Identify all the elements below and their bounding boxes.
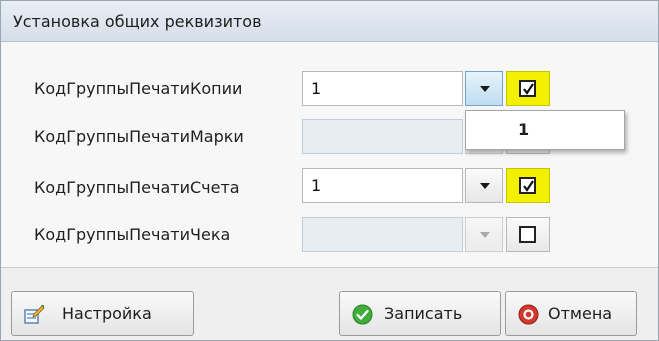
chevron-down-icon (480, 232, 490, 238)
copies-checkbox[interactable] (519, 80, 536, 97)
cancel-button-label: Отмена (548, 304, 613, 323)
common-details-dialog: Установка общих реквизитов КодГруппыПеча… (0, 0, 659, 341)
save-button[interactable]: Записать (339, 291, 501, 336)
dialog-title: Установка общих реквизитов (13, 12, 262, 31)
invoice-checkbox-cell[interactable] (506, 168, 550, 203)
settings-button-label: Настройка (62, 304, 152, 323)
invoice-dropdown-button[interactable] (465, 168, 503, 203)
settings-button[interactable]: Настройка (11, 291, 194, 336)
receipt-dropdown-button (465, 217, 503, 252)
receipt-group-input (302, 217, 463, 252)
chevron-down-icon (480, 86, 490, 92)
checkmark-icon (523, 180, 534, 192)
row-label-stamps: КодГруппыПечатиМарки (34, 127, 244, 146)
settings-edit-icon (24, 305, 45, 324)
dropdown-option-label: 1 (518, 120, 530, 139)
row-label-copies: КодГруппыПечатиКопии (34, 79, 243, 98)
save-button-label: Записать (384, 304, 463, 323)
copies-dropdown-button[interactable] (465, 71, 503, 106)
green-check-icon (352, 304, 373, 325)
copies-dropdown-list: 1 (465, 110, 625, 150)
invoice-group-input[interactable]: 1 (302, 168, 463, 203)
red-cancel-icon (518, 304, 539, 325)
row-label-invoice: КодГруппыПечатиСчета (34, 178, 240, 197)
checkmark-icon (523, 83, 534, 95)
copies-checkbox-cell[interactable] (506, 71, 550, 106)
dropdown-option[interactable]: 1 (466, 111, 624, 149)
receipt-checkbox-cell[interactable] (506, 217, 550, 252)
cancel-button[interactable]: Отмена (505, 291, 637, 336)
receipt-checkbox[interactable] (519, 226, 536, 243)
stamps-group-input (302, 119, 463, 154)
dialog-titlebar: Установка общих реквизитов (1, 1, 658, 42)
copies-group-input[interactable]: 1 (302, 71, 463, 106)
invoice-checkbox[interactable] (519, 177, 536, 194)
row-label-receipt: КодГруппыПечатиЧека (34, 225, 231, 244)
chevron-down-icon (480, 183, 490, 189)
